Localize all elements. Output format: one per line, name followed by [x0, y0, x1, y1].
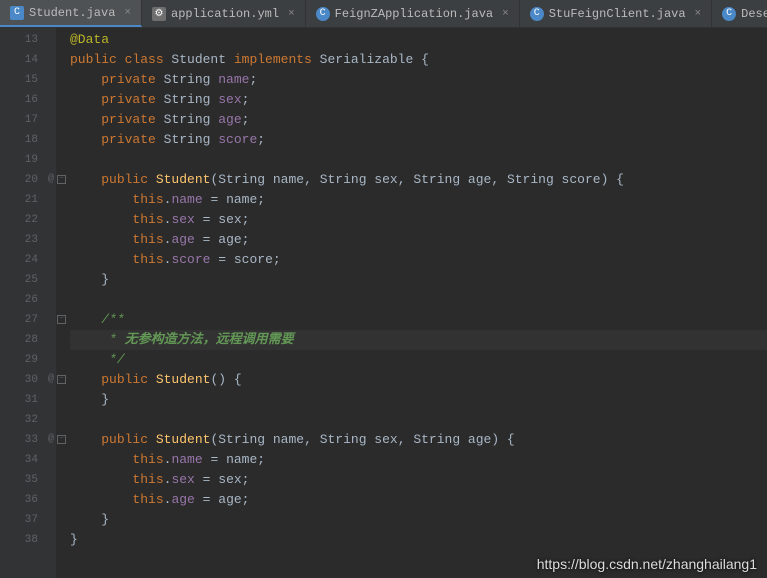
watermark: https://blog.csdn.net/zhanghailang1: [537, 556, 757, 572]
tab-student-java[interactable]: C Student.java ×: [0, 0, 142, 27]
close-icon[interactable]: ×: [124, 7, 131, 19]
line-number: 32: [0, 410, 56, 430]
line-number: 34: [0, 450, 56, 470]
fold-icon[interactable]: −: [57, 375, 66, 384]
editor[interactable]: 1314151617181920@−21222324252627−282930@…: [0, 28, 767, 578]
line-number: 17: [0, 110, 56, 130]
file-icon: C: [530, 7, 544, 21]
line-number: 38: [0, 530, 56, 550]
line-number: 16: [0, 90, 56, 110]
file-icon: C: [10, 6, 24, 20]
code-line[interactable]: }: [70, 530, 767, 550]
close-icon[interactable]: ×: [288, 8, 295, 20]
tab-feignzapplication-java[interactable]: C FeignZApplication.java ×: [306, 0, 520, 27]
line-number: 14: [0, 50, 56, 70]
line-number: 28: [0, 330, 56, 350]
line-number: 13: [0, 30, 56, 50]
tab-stufeignclient-java[interactable]: C StuFeignClient.java ×: [520, 0, 712, 27]
code-line[interactable]: */: [70, 350, 767, 370]
code-line[interactable]: [70, 410, 767, 430]
line-number: 20@−: [0, 170, 56, 190]
tab-label: FeignZApplication.java: [335, 7, 493, 21]
code-line[interactable]: this.age = age;: [70, 230, 767, 250]
line-number: 25: [0, 270, 56, 290]
tab-bar: C Student.java × ⚙ application.yml × C FeignZAp…: [0, 0, 767, 28]
tab-application-yml[interactable]: ⚙ application.yml ×: [142, 0, 306, 27]
code-line[interactable]: public Student(String name, String sex, …: [70, 170, 767, 190]
close-icon[interactable]: ×: [695, 8, 702, 20]
code-line[interactable]: this.sex = sex;: [70, 470, 767, 490]
code-line[interactable]: this.name = name;: [70, 450, 767, 470]
code-line[interactable]: public Student(String name, String sex, …: [70, 430, 767, 450]
code-line[interactable]: }: [70, 510, 767, 530]
code-line[interactable]: private String name;: [70, 70, 767, 90]
code-line[interactable]: /**: [70, 310, 767, 330]
code-line[interactable]: private String age;: [70, 110, 767, 130]
code-line[interactable]: this.sex = sex;: [70, 210, 767, 230]
line-number: 30@−: [0, 370, 56, 390]
line-number: 24: [0, 250, 56, 270]
code-line[interactable]: }: [70, 270, 767, 290]
line-number: 29: [0, 350, 56, 370]
code-line[interactable]: public class Student implements Serializ…: [70, 50, 767, 70]
line-number: 27−: [0, 310, 56, 330]
line-number: 26: [0, 290, 56, 310]
code-line[interactable]: public Student() {: [70, 370, 767, 390]
line-number: 15: [0, 70, 56, 90]
tab-label: DeserializationContext.ja: [741, 7, 767, 21]
fold-icon[interactable]: −: [57, 435, 66, 444]
code-line[interactable]: @Data: [70, 30, 767, 50]
line-number: 35: [0, 470, 56, 490]
file-icon: C: [722, 7, 736, 21]
override-icon[interactable]: @: [48, 170, 54, 190]
line-number: 31: [0, 390, 56, 410]
line-number: 19: [0, 150, 56, 170]
line-number: 37: [0, 510, 56, 530]
code-line[interactable]: [70, 150, 767, 170]
line-number: 23: [0, 230, 56, 250]
line-number: 22: [0, 210, 56, 230]
code-line[interactable]: * 无参构造方法，远程调用需要: [70, 330, 767, 350]
tab-label: StuFeignClient.java: [549, 7, 686, 21]
tab-label: Student.java: [29, 6, 115, 20]
code-line[interactable]: this.score = score;: [70, 250, 767, 270]
file-icon: ⚙: [152, 7, 166, 21]
line-number: 33@−: [0, 430, 56, 450]
code-line[interactable]: this.age = age;: [70, 490, 767, 510]
code-line[interactable]: [70, 290, 767, 310]
line-number: 18: [0, 130, 56, 150]
tab-deserializationcontext-ja[interactable]: C DeserializationContext.ja: [712, 0, 767, 27]
override-icon[interactable]: @: [48, 370, 54, 390]
fold-icon[interactable]: −: [57, 315, 66, 324]
file-icon: C: [316, 7, 330, 21]
tab-label: application.yml: [171, 7, 279, 21]
line-number: 21: [0, 190, 56, 210]
code-line[interactable]: private String score;: [70, 130, 767, 150]
override-icon[interactable]: @: [48, 430, 54, 450]
line-number: 36: [0, 490, 56, 510]
code-line[interactable]: private String sex;: [70, 90, 767, 110]
code-line[interactable]: this.name = name;: [70, 190, 767, 210]
code-area[interactable]: @Datapublic class Student implements Ser…: [56, 28, 767, 578]
code-line[interactable]: }: [70, 390, 767, 410]
gutter: 1314151617181920@−21222324252627−282930@…: [0, 28, 56, 578]
fold-icon[interactable]: −: [57, 175, 66, 184]
close-icon[interactable]: ×: [502, 8, 509, 20]
